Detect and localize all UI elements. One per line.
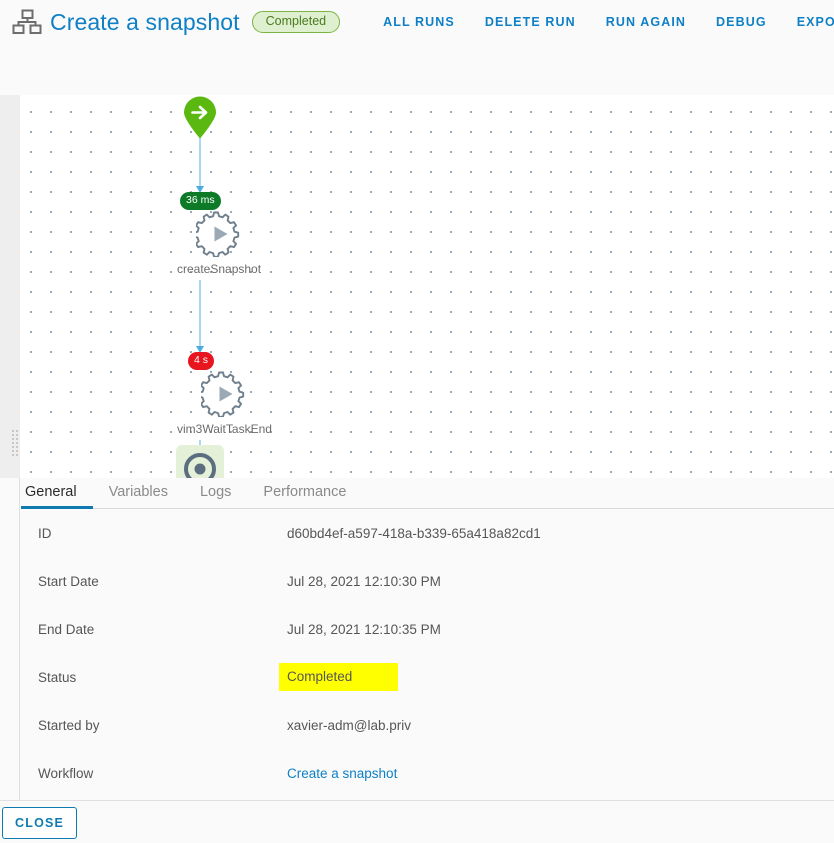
page-header: Create a snapshot Completed ALL RUNS DEL… (0, 0, 834, 95)
footer-bar: CLOSE (0, 800, 834, 843)
duration-badge-createsnapshot: 36 ms (180, 192, 221, 210)
workflow-canvas-grid[interactable]: 36 ms createSnapshot 4 s vim3WaitTaskEnd (20, 95, 834, 478)
detail-value-status: Completed (279, 663, 399, 691)
workflow-canvas[interactable]: 36 ms createSnapshot 4 s vim3WaitTaskEnd (0, 95, 834, 478)
workflow-chart-icon (12, 9, 42, 34)
all-runs-button[interactable]: ALL RUNS (368, 9, 470, 35)
detail-value-started-by: xavier-adm@lab.priv (287, 717, 411, 733)
detail-tabs: General Variables Logs Performance (21, 478, 834, 509)
detail-key: Status (38, 669, 77, 685)
detail-row-id: ID d60bd4ef-a597-418a-b339-65a418a82cd1 (21, 509, 834, 557)
run-again-button[interactable]: RUN AGAIN (591, 9, 701, 35)
tab-variables[interactable]: Variables (93, 484, 184, 508)
workflow-node-vim3waittaskend[interactable]: vim3WaitTaskEnd (177, 371, 272, 436)
workflow-node-end[interactable] (176, 445, 224, 478)
delete-run-button[interactable]: DELETE RUN (470, 9, 591, 35)
detail-row-status: Status Completed (21, 653, 834, 701)
gear-play-icon (201, 371, 245, 417)
run-detail-panel: General Variables Logs Performance ID d6… (0, 478, 834, 843)
status-badge: Completed (251, 10, 341, 34)
detail-key: Start Date (38, 573, 99, 589)
gear-play-icon (196, 211, 240, 257)
detail-row-start-date: Start Date Jul 28, 2021 12:10:30 PM (21, 557, 834, 605)
connector-createsnapshot-to-vim3waittaskend (199, 280, 201, 346)
panel-resize-handle[interactable] (11, 429, 19, 457)
end-node-box (176, 445, 224, 478)
connector-start-to-createsnapshot (199, 138, 201, 189)
header-row: Create a snapshot Completed ALL RUNS DEL… (0, 0, 834, 44)
detail-key: Workflow (38, 765, 94, 781)
detail-key: Started by (38, 717, 100, 733)
detail-key: ID (38, 525, 52, 541)
detail-value-workflow-link[interactable]: Create a snapshot (287, 766, 397, 781)
header-actions: ALL RUNS DELETE RUN RUN AGAIN DEBUG EXPO… (368, 9, 834, 35)
run-details-screen: Create a snapshot Completed ALL RUNS DEL… (0, 0, 834, 843)
detail-row-started-by: Started by xavier-adm@lab.priv (21, 701, 834, 749)
detail-value-end-date: Jul 28, 2021 12:10:35 PM (287, 621, 441, 637)
page-title: Create a snapshot (50, 8, 240, 35)
node-label-createsnapshot: createSnapshot (177, 262, 262, 276)
detail-value-start-date: Jul 28, 2021 12:10:30 PM (287, 573, 441, 589)
start-arrow-pin-icon (184, 96, 216, 139)
close-button[interactable]: CLOSE (2, 807, 78, 839)
workflow-node-createsnapshot[interactable]: createSnapshot (177, 211, 261, 276)
end-target-icon (184, 453, 216, 478)
detail-value-id: d60bd4ef-a597-418a-b339-65a418a82cd1 (287, 525, 541, 541)
debug-button[interactable]: DEBUG (701, 9, 782, 35)
detail-rows: ID d60bd4ef-a597-418a-b339-65a418a82cd1 … (21, 509, 834, 799)
detail-row-end-date: End Date Jul 28, 2021 12:10:35 PM (21, 605, 834, 653)
tab-performance[interactable]: Performance (247, 484, 362, 508)
detail-row-workflow: Workflow Create a snapshot (21, 749, 834, 797)
detail-key: End Date (38, 621, 95, 637)
tab-general[interactable]: General (21, 484, 93, 509)
panel-left-gutter (0, 478, 20, 800)
node-label-vim3waittaskend: vim3WaitTaskEnd (177, 422, 272, 436)
tab-logs[interactable]: Logs (184, 484, 247, 508)
duration-badge-vim3waittaskend: 4 s (188, 352, 215, 370)
export-button[interactable]: EXPORT (782, 9, 834, 35)
workflow-node-start[interactable] (181, 95, 219, 139)
